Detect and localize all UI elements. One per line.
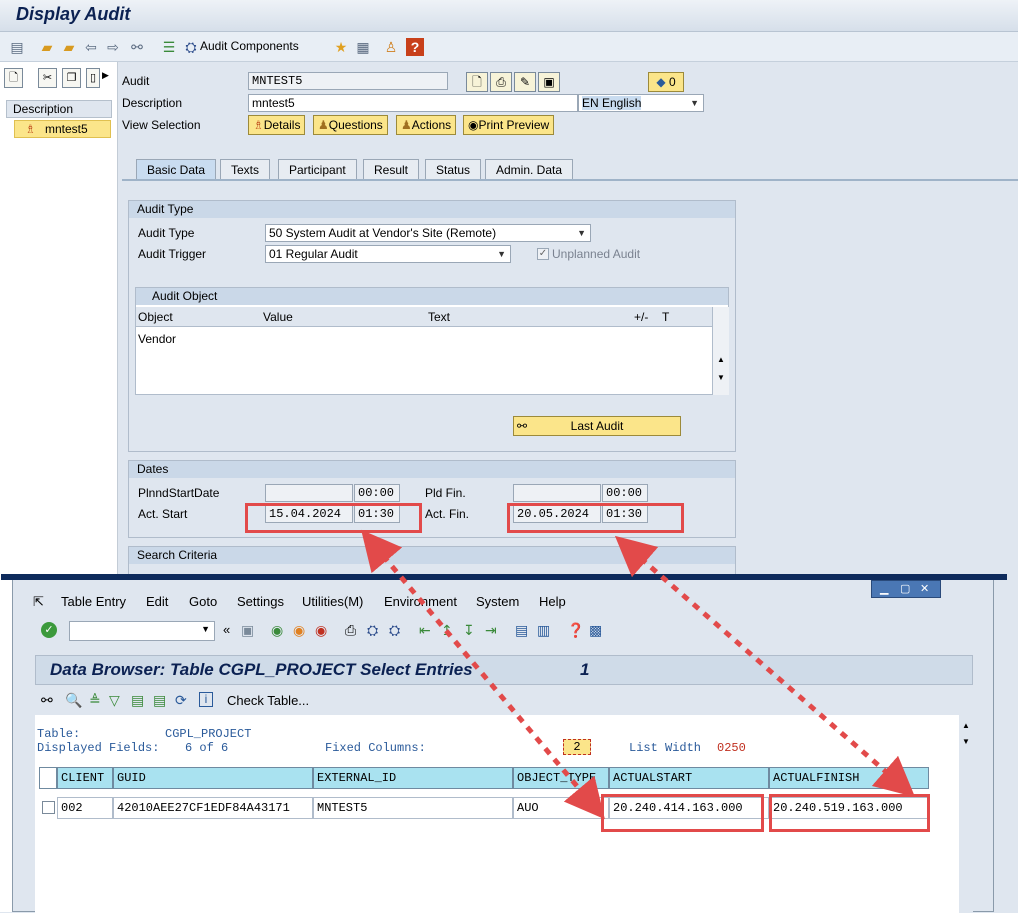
annotation-arrows [361,529,916,820]
arrow-start-to-actualstart [361,529,605,820]
arrow-fin-to-actualfinish [614,535,916,798]
